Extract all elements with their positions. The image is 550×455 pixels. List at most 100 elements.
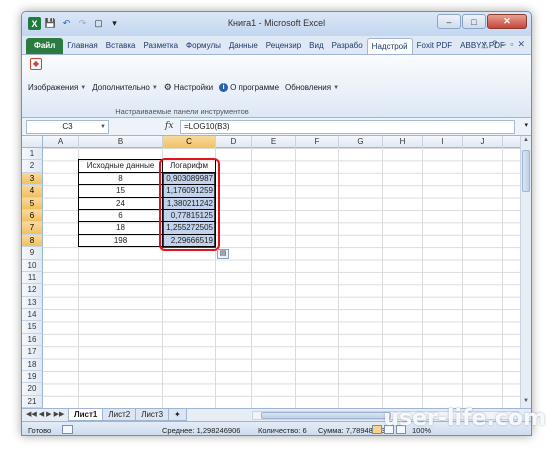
column-header-e[interactable]: E: [252, 136, 296, 148]
tab-5[interactable]: Данные: [225, 38, 262, 54]
column-header-i[interactable]: I: [423, 136, 463, 148]
row-header-16[interactable]: 16: [22, 333, 43, 347]
column-header-d[interactable]: D: [216, 136, 252, 148]
row-header-15[interactable]: 15: [22, 321, 43, 334]
tab-1[interactable]: Главная: [63, 38, 101, 54]
prev-sheet-icon[interactable]: ◀: [39, 410, 44, 418]
column-header-a[interactable]: A: [43, 136, 79, 148]
last-sheet-icon[interactable]: ▶▶: [54, 410, 65, 418]
scroll-up-icon[interactable]: ▲: [522, 137, 530, 146]
menu-updates[interactable]: Обновления ▼: [285, 83, 339, 92]
tab-9[interactable]: Надстрой: [366, 38, 413, 54]
cell-b8[interactable]: 198: [79, 235, 162, 247]
menu-about[interactable]: iО программе: [219, 83, 279, 92]
cell-b7[interactable]: 18: [79, 222, 162, 234]
ribbon-group-label: Настраиваемые панели инструментов: [115, 107, 249, 116]
menu-updates-label: Обновления: [285, 83, 332, 92]
gridline: [502, 148, 503, 408]
help-icon[interactable]: ?: [492, 39, 497, 50]
tab-10[interactable]: Foxit PDF: [413, 38, 457, 54]
minimize-workbook-icon[interactable]: –: [501, 39, 506, 50]
menu-images[interactable]: Изображения ▼: [28, 83, 86, 92]
status-average: Среднее: 1,298246906: [162, 426, 241, 435]
tab-2[interactable]: Вставка: [102, 38, 140, 54]
column-header-g[interactable]: G: [339, 136, 383, 148]
row-header-5[interactable]: 5: [22, 197, 43, 210]
close-workbook-icon[interactable]: ✕: [517, 39, 525, 50]
excel-window: X 💾 ↶ ↷ ▢ ▾ Книга1 - Microsoft Excel – □…: [21, 11, 532, 436]
cell-b6[interactable]: 6: [79, 210, 162, 222]
minimize-button[interactable]: –: [437, 14, 461, 29]
chevron-down-icon[interactable]: ▼: [100, 121, 106, 133]
macro-record-icon[interactable]: [62, 425, 73, 434]
row-header-9[interactable]: 9: [22, 247, 43, 260]
row-header-17[interactable]: 17: [22, 346, 43, 359]
column-header-j[interactable]: J: [463, 136, 503, 148]
row-header-21[interactable]: 21: [22, 395, 43, 409]
row-header-19[interactable]: 19: [22, 371, 43, 384]
row-header-3[interactable]: 3: [22, 172, 43, 186]
next-sheet-icon[interactable]: ▶: [46, 410, 51, 418]
tab-0[interactable]: Файл: [26, 38, 64, 54]
worksheet-grid[interactable]: ABCDEFGHIJ 1 2 3 4 5 6 7 8 9 10 11 12 13 14 15 16 17 18 19…: [22, 136, 531, 421]
name-box[interactable]: C3 ▼: [26, 120, 109, 134]
maximize-button[interactable]: □: [462, 14, 486, 29]
collapse-ribbon-icon[interactable]: △: [481, 39, 488, 50]
column-header-c[interactable]: C: [163, 136, 216, 148]
row-header-20[interactable]: 20: [22, 383, 43, 396]
cells-area[interactable]: Исходные данные Логарифм 8 0,903089987 15 1,1…: [43, 148, 520, 408]
status-count: Количество: 6: [258, 426, 307, 435]
column-header-f[interactable]: F: [296, 136, 339, 148]
row-header-10[interactable]: 10: [22, 259, 43, 272]
menu-settings[interactable]: ⚙ Настройки: [164, 82, 213, 93]
row-header-7[interactable]: 7: [22, 222, 43, 235]
expand-formula-icon[interactable]: ▾: [524, 121, 528, 129]
tab-3[interactable]: Разметка: [139, 38, 182, 54]
restore-workbook-icon[interactable]: ▫: [510, 39, 513, 50]
formula-input[interactable]: =LOG10(B3): [180, 120, 515, 134]
gridline: [338, 148, 339, 408]
first-sheet-icon[interactable]: ◀◀: [26, 410, 37, 418]
row-header-18[interactable]: 18: [22, 358, 43, 372]
row-header-11[interactable]: 11: [22, 271, 43, 285]
ribbon-tabs: Файл Главная Вставка Разметка Формулы Данные Р…: [22, 36, 531, 54]
row-header-12[interactable]: 12: [22, 284, 43, 297]
row-header-14[interactable]: 14: [22, 309, 43, 322]
title-bar: X 💾 ↶ ↷ ▢ ▾ Книга1 - Microsoft Excel – □…: [22, 12, 531, 36]
addin-icon[interactable]: ◆: [30, 58, 42, 70]
insert-function-button[interactable]: fx: [165, 121, 173, 131]
cell-b5[interactable]: 24: [79, 198, 162, 210]
menu-images-label: Изображения: [28, 83, 79, 92]
row-header-2[interactable]: 2: [22, 160, 43, 173]
gridline: [295, 148, 296, 408]
tab-7[interactable]: Вид: [305, 38, 327, 54]
row-header-4[interactable]: 4: [22, 185, 43, 198]
cell-b3[interactable]: 8: [79, 173, 162, 185]
vertical-scrollbar[interactable]: ▲ ▼: [520, 136, 531, 408]
name-box-value: C3: [62, 122, 73, 131]
tab-6[interactable]: Рецензир: [262, 38, 305, 54]
new-sheet-icon[interactable]: ✦: [168, 409, 187, 421]
row-header-8[interactable]: 8: [22, 234, 43, 248]
column-header-h[interactable]: H: [383, 136, 423, 148]
row-header-6[interactable]: 6: [22, 209, 43, 223]
select-all-corner[interactable]: [22, 136, 43, 148]
horizontal-scroll-thumb[interactable]: [261, 412, 391, 419]
sheet-tab-2[interactable]: Лист2: [102, 409, 137, 421]
column-header-b[interactable]: B: [79, 136, 163, 148]
sheet-tab-1[interactable]: Лист1: [68, 409, 104, 421]
row-header-1[interactable]: 1: [22, 148, 43, 161]
menu-additional[interactable]: Дополнительно ▼: [92, 83, 158, 92]
row-header-13[interactable]: 13: [22, 296, 43, 310]
cell-b2[interactable]: Исходные данные: [79, 160, 162, 172]
normal-view-icon[interactable]: [372, 425, 382, 434]
tab-8[interactable]: Разрабо: [328, 38, 367, 54]
paste-options-icon[interactable]: ▤: [217, 249, 229, 260]
close-button[interactable]: ✕: [487, 14, 527, 29]
sheet-tab-3[interactable]: Лист3: [135, 409, 170, 421]
cell-b4[interactable]: 15: [79, 185, 162, 197]
ribbon-right-controls: △ ? – ▫ ✕: [481, 39, 525, 50]
chevron-down-icon: ▼: [80, 84, 87, 91]
tab-4[interactable]: Формулы: [182, 38, 225, 54]
vertical-scroll-thumb[interactable]: [522, 150, 530, 192]
